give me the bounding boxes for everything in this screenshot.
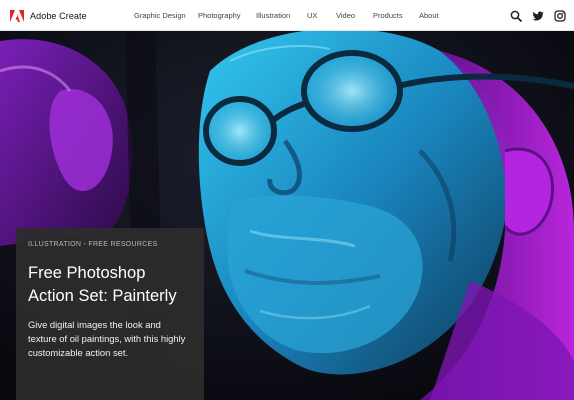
nav-video[interactable]: Video [336, 11, 355, 20]
hero-banner[interactable]: ILLUSTRATION - FREE RESOURCES Free Photo… [0, 31, 574, 400]
search-icon[interactable] [510, 10, 522, 22]
nav-about[interactable]: About [419, 11, 439, 20]
adobe-logo-icon [10, 9, 24, 22]
nav-products[interactable]: Products [373, 11, 403, 20]
article-description: Give digital images the look and texture… [28, 319, 186, 358]
top-navigation-bar: Adobe Create Graphic Design Photography … [0, 0, 574, 31]
article-category[interactable]: ILLUSTRATION - FREE RESOURCES [28, 240, 192, 250]
article-title[interactable]: Free Photoshop Action Set: Painterly [28, 262, 192, 308]
nav-illustration[interactable]: Illustration [256, 11, 290, 20]
feature-article-card[interactable]: ILLUSTRATION - FREE RESOURCES Free Photo… [16, 228, 204, 400]
brand-link[interactable]: Adobe Create [10, 0, 87, 31]
header-actions [510, 0, 566, 31]
brand-name: Adobe Create [30, 10, 87, 21]
nav-photography[interactable]: Photography [198, 11, 241, 20]
nav-graphic-design[interactable]: Graphic Design [134, 11, 186, 20]
instagram-icon[interactable] [554, 9, 566, 22]
nav-ux[interactable]: UX [307, 11, 317, 20]
twitter-icon[interactable] [532, 10, 544, 22]
